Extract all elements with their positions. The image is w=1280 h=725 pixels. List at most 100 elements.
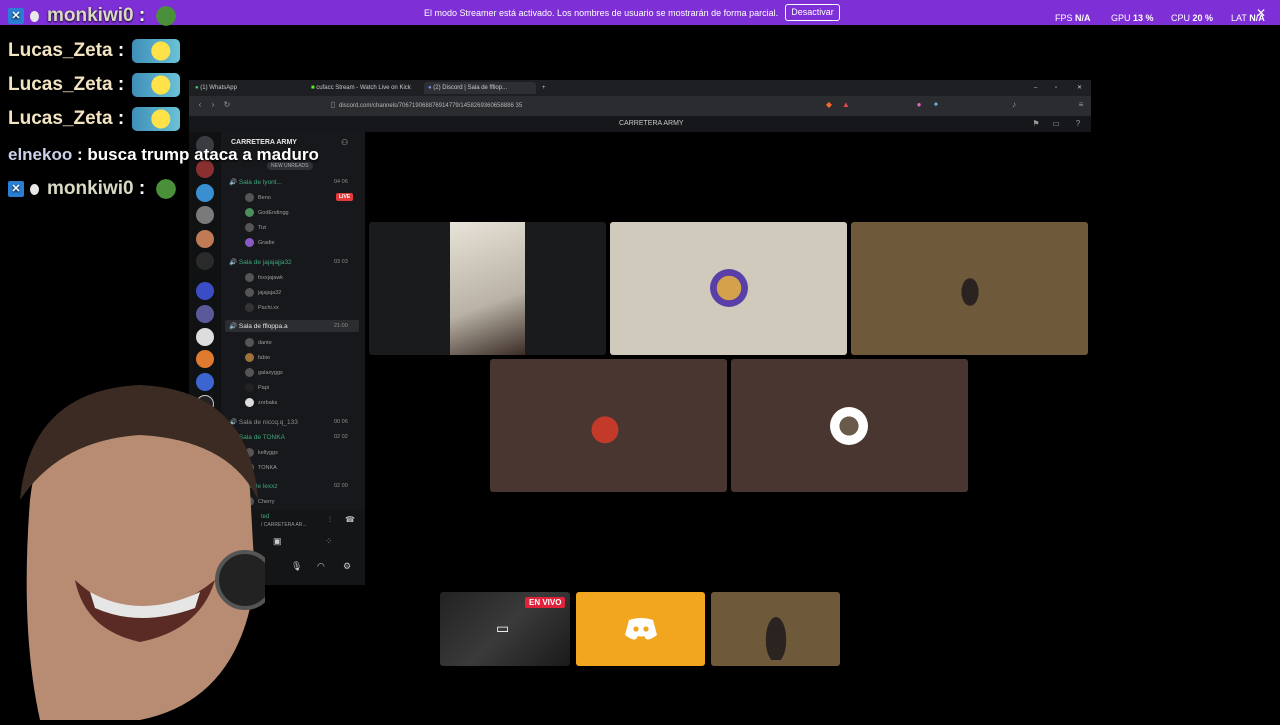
disconnect-icon[interactable]: ☎ [345,515,355,524]
maximize-icon[interactable]: ▫ [1055,82,1057,94]
server-icon[interactable] [196,206,214,224]
server-icon[interactable] [196,184,214,202]
gpu-stat: GPU 13 % [1111,13,1154,23]
video-tile-avatar[interactable] [610,222,847,355]
forward-icon[interactable]: › [208,100,218,110]
voice-member[interactable]: fxxxjajawk [245,273,283,282]
voice-member[interactable]: Beno [245,193,271,202]
video-tile-avatar[interactable] [490,359,727,492]
video-tile-avatar[interactable] [731,359,968,492]
voice-member[interactable]: galaxyggs [245,368,283,377]
video-tile-camera[interactable] [369,222,606,355]
dot-icon [30,10,39,22]
browser-toolbar: ‹ › ↻ ▯ discord.com/channels/70671906887… [189,96,1091,116]
gpu-label: GPU [1111,13,1131,23]
screen-share-icon[interactable]: ▣ [273,536,282,547]
server-icon[interactable] [196,350,214,368]
streamer-facecam [0,380,275,720]
chat-separator: : [117,40,125,61]
server-icon[interactable] [196,252,214,270]
menu-icon[interactable]: ≡ [1076,100,1086,110]
url-text: discord.com/channels/706719068876914779/… [339,103,523,109]
voice-member[interactable]: dante [245,338,272,347]
avatar [245,208,254,217]
member-name: Beno [258,194,271,201]
bookmark-icon[interactable]: ▯ [328,100,338,110]
tab-whatsapp-label: (1) WhatsApp [200,85,237,91]
chat-message: elnekoo : busca trump ataca a maduro [8,141,319,169]
member-name: Gradie [258,239,275,246]
chat-separator: : [138,178,146,199]
avatar [245,193,254,202]
tab-kick[interactable]: ■ cufacc Stream - Watch Live on Kick [311,82,421,94]
server-icon[interactable] [196,230,214,248]
channel-count: 03 03 [334,259,348,265]
headphones-icon[interactable]: ◠ [317,561,325,572]
chat-username: Lucas_Zeta [8,40,113,61]
discord-logo-icon [625,618,657,640]
extension-icon[interactable]: ● [914,100,924,110]
voice-channel[interactable]: 🔊 Sala de jajajajja32 [229,258,292,266]
channel-label: Sala de lyont... [238,179,282,186]
chat-message: Lucas_Zeta : [8,105,181,133]
chat-username: Lucas_Zeta [8,108,113,129]
music-icon[interactable]: ♪ [1009,100,1019,110]
channel-count: 21:00 [334,323,348,329]
lat-label: LAT [1231,13,1247,23]
window-close-icon[interactable]: ✕ [1077,82,1082,94]
frog-emote-icon [153,177,180,201]
new-tab-icon[interactable]: + [542,82,546,94]
inbox-icon[interactable]: ▭ [1051,119,1061,129]
help-icon[interactable]: ? [1073,119,1083,129]
member-name: Tizi [258,224,267,231]
address-bar[interactable]: discord.com/channels/706719068876914779/… [339,99,849,113]
badge-icon: ✕ [8,181,24,197]
activity-icon[interactable]: ⁘ [325,536,333,547]
bottle-avatar [955,268,985,308]
chat-separator: : [138,5,146,26]
voice-member[interactable]: Gradie [245,238,275,247]
chat-text: busca trump ataca a maduro [87,145,319,164]
minimize-icon[interactable]: – [1034,82,1037,94]
back-icon[interactable]: ‹ [195,100,205,110]
chat-message: Lucas_Zeta : [8,71,181,99]
live-badge: LIVE [336,193,354,201]
server-icon[interactable] [196,282,214,300]
streamer-mode-message: El modo Streamer está activado. Los nomb… [424,8,779,18]
microphone-icon[interactable]: 🎙 [291,561,302,572]
flag-icon[interactable]: ⚑ [1031,119,1041,129]
settings-gear-icon[interactable]: ⚙ [343,561,351,572]
add-member-icon[interactable]: ⚇ [341,138,348,147]
voice-member[interactable]: Pachi.xx [245,303,279,312]
dot-icon [30,183,39,195]
channel-label: Sala de ffloppa.a [238,323,288,330]
extension-icon-2[interactable]: ✦ [931,100,941,110]
avatar [245,288,254,297]
server-icon[interactable] [196,305,214,323]
chat-separator: : [117,74,125,95]
server-icon[interactable] [196,328,214,346]
avatar [245,368,254,377]
discord-tile[interactable] [576,592,705,666]
brave-rewards-icon[interactable]: ▲ [841,100,851,110]
chat-message: Lucas_Zeta : [8,37,181,65]
voice-channel[interactable]: 🔊 Sala de lyont... [229,178,282,186]
voice-member[interactable]: Tizi [245,223,266,232]
tab-whatsapp[interactable]: ● (1) WhatsApp [195,82,305,94]
voice-member[interactable]: jajajaja32 [245,288,281,297]
car-avatar [589,407,629,445]
bottle-tile[interactable] [711,592,840,666]
voice-member[interactable]: fabio [245,353,270,362]
channel-count: 02 00 [334,483,348,489]
tab-discord[interactable]: ● (2) Discord | Sala de ffllop... [424,82,536,94]
close-icon[interactable]: ✕ [1256,6,1266,20]
video-tile-avatar[interactable] [851,222,1088,355]
reload-icon[interactable]: ↻ [222,100,232,110]
voice-member[interactable]: GodEndingg [245,208,289,217]
chat-message: ✕ monkiwi0 : [8,2,180,30]
whatsapp-icon: ● [195,85,199,91]
member-name: fxxxjajawk [258,274,284,281]
brave-shield-icon[interactable]: ◆ [824,100,834,110]
deactivate-streamer-button[interactable]: Desactivar [785,4,840,21]
noise-suppression-icon[interactable]: ⫶ [329,515,331,525]
